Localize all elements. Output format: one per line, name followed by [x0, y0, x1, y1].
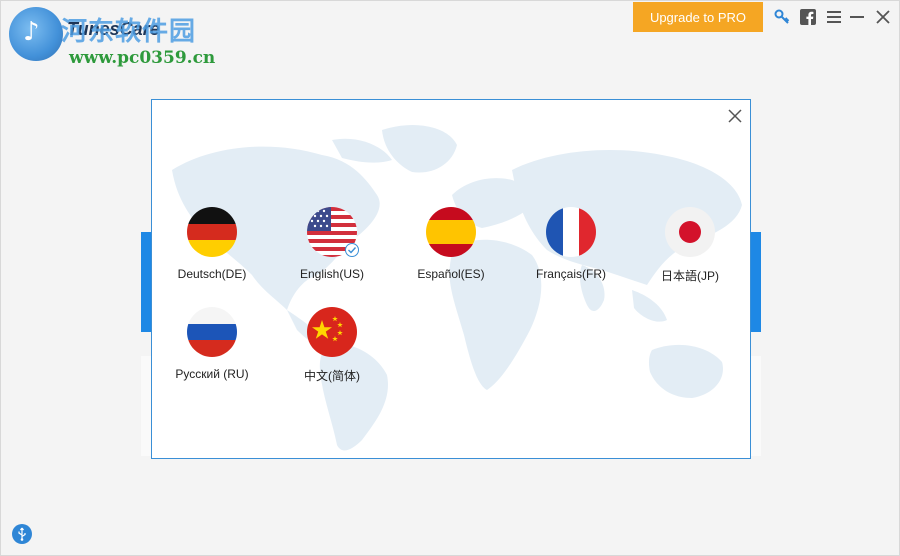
key-icon[interactable] [772, 7, 792, 27]
language-option-de[interactable]: Deutsch(DE) [157, 207, 267, 297]
usb-icon[interactable] [12, 524, 32, 544]
watermark-text: 河东软件园 [61, 17, 197, 47]
spain-flag-icon [426, 207, 476, 257]
language-dialog: Deutsch(DE) English(US) Español(ES) Fran… [151, 99, 751, 459]
dialog-close-icon[interactable] [726, 107, 744, 125]
language-option-ru[interactable]: Русский (RU) [157, 307, 267, 397]
language-label: Español(ES) [417, 267, 485, 281]
app-logo: ♪ TunesCare 河东软件园 www.pc0359.cn [9, 7, 215, 69]
language-option-jp[interactable]: 日本語(JP) [635, 207, 745, 297]
china-flag-icon [307, 307, 357, 357]
language-label: Deutsch(DE) [177, 267, 247, 281]
watermark-url: www.pc0359.cn [69, 48, 216, 68]
language-label: Français(FR) [535, 267, 606, 281]
music-note-icon: ♪ [23, 17, 40, 47]
france-flag-icon [546, 207, 596, 257]
minimize-icon[interactable] [847, 7, 867, 27]
language-option-es[interactable]: Español(ES) [396, 207, 506, 297]
language-label: 日本語(JP) [661, 269, 719, 283]
facebook-icon[interactable] [798, 7, 818, 27]
close-icon[interactable] [873, 7, 893, 27]
germany-flag-icon [187, 207, 237, 257]
language-label: Русский (RU) [175, 367, 249, 381]
selected-check-icon [345, 243, 359, 257]
language-label: 中文(简体) [304, 369, 360, 383]
language-option-cn[interactable]: 中文(简体) [277, 307, 387, 397]
language-option-us[interactable]: English(US) [277, 207, 387, 297]
language-option-fr[interactable]: Français(FR) [516, 207, 626, 297]
japan-flag-icon [665, 207, 715, 257]
russia-flag-icon [187, 307, 237, 357]
language-label: English(US) [299, 267, 365, 281]
titlebar: ♪ TunesCare 河东软件园 www.pc0359.cn Upgrade … [1, 1, 900, 68]
menu-icon[interactable] [824, 7, 844, 27]
upgrade-button[interactable]: Upgrade to PRO [633, 2, 763, 32]
app-window: ♪ TunesCare 河东软件园 www.pc0359.cn Upgrade … [0, 0, 900, 556]
